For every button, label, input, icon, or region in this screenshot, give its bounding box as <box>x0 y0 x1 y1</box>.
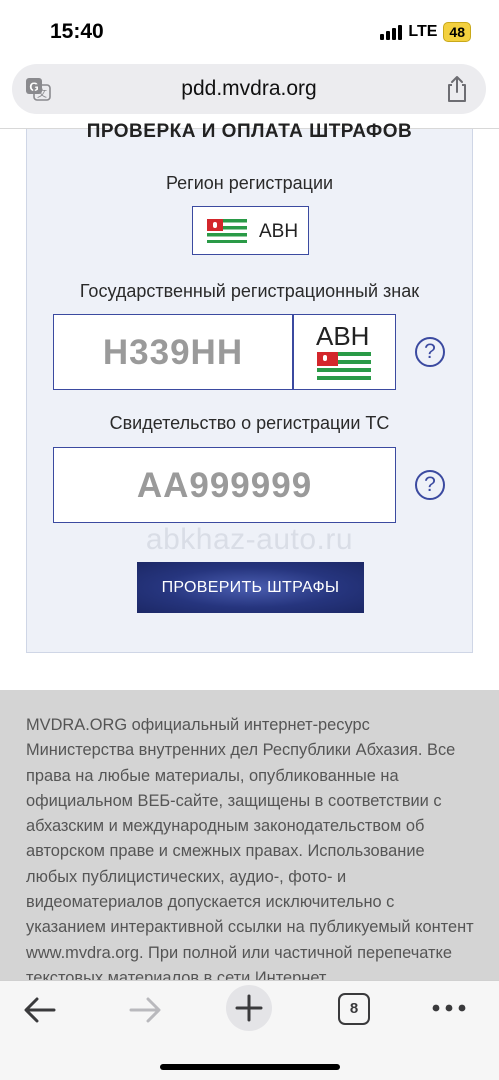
site-footer: MVDRA.ORG официальный интернет-ресурс Ми… <box>0 690 499 980</box>
address-bar[interactable]: G 文 pdd.mvdra.org <box>12 64 486 114</box>
share-icon[interactable] <box>444 75 470 103</box>
certificate-placeholder: АА999999 <box>136 466 313 505</box>
region-label: Регион регистрации <box>165 173 334 193</box>
new-tab-button[interactable] <box>226 985 272 1031</box>
certificate-input[interactable]: АА999999 <box>53 447 396 523</box>
region-select[interactable]: АВН <box>192 206 309 255</box>
plate-label: Государственный регистрационный знак <box>79 281 420 301</box>
status-indicators: LTE 48 <box>380 22 471 42</box>
fines-check-panel: ПРОВЕРКА И ОПЛАТА ШТРАФОВ Регион регистр… <box>26 121 473 653</box>
home-indicator <box>160 1064 340 1070</box>
plus-icon <box>235 994 263 1022</box>
check-fines-button[interactable]: ПРОВЕРИТЬ ШТРАФЫ <box>137 562 364 613</box>
certificate-help-icon[interactable]: ? <box>415 470 445 500</box>
clock: 15:40 <box>50 20 104 43</box>
abkhazia-flag-icon <box>317 352 371 380</box>
battery-indicator: 48 <box>443 22 471 42</box>
back-arrow-icon[interactable] <box>22 995 58 1025</box>
plate-input[interactable]: Н339НН АВН <box>53 314 396 390</box>
footer-text: MVDRA.ORG официальный интернет-ресурс Ми… <box>26 716 474 980</box>
watermark: abkhaz-auto.ru <box>145 523 354 556</box>
region-value: АВН <box>259 221 299 242</box>
tabs-button[interactable]: 8 <box>338 993 370 1025</box>
status-bar: 15:40 LTE 48 <box>0 0 499 64</box>
abkhazia-flag-icon <box>207 219 247 243</box>
network-type: LTE <box>408 23 438 40</box>
certificate-label: Свидетельство о регистрации ТС <box>109 413 390 433</box>
panel-title: ПРОВЕРКА И ОПЛАТА ШТРАФОВ <box>86 121 413 139</box>
plate-help-icon[interactable]: ? <box>415 337 445 367</box>
plate-divider <box>292 315 294 389</box>
forward-arrow-icon[interactable] <box>127 995 163 1025</box>
more-icon[interactable] <box>431 1003 467 1013</box>
plate-region-code: АВН <box>316 321 370 351</box>
plate-placeholder: Н339НН <box>102 333 244 372</box>
url-text[interactable]: pdd.mvdra.org <box>12 77 486 101</box>
cellular-signal-icon <box>380 24 403 40</box>
